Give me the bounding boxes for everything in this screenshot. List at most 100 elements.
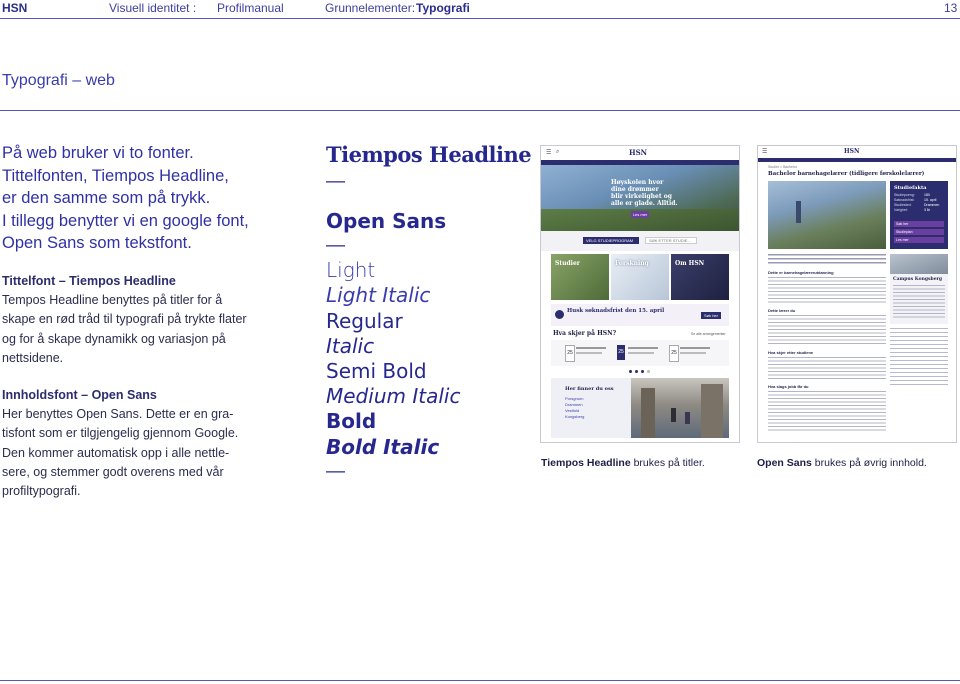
photo-building: [701, 384, 723, 438]
page-title: Typografi – web: [2, 72, 115, 89]
photo-person: [796, 201, 801, 223]
intro-text: På web bruker vi to fonter. Tittelfonten…: [2, 142, 282, 255]
deadline-notice: Husk søknadsfrist den 15. april Søk her: [551, 304, 729, 326]
section-heading: Dette er barnehagelærerutdanning: [768, 270, 834, 275]
fact-value: 3 år: [924, 208, 931, 212]
hero-image: Høyskolen hvor dine drømmer blir virkeli…: [541, 165, 739, 231]
study-photo: [768, 181, 886, 249]
tile-studier[interactable]: Studier: [551, 254, 609, 300]
weight-regular: Regular: [326, 308, 403, 333]
body-font-heading: Innholdsfont – Open Sans: [2, 388, 157, 402]
event-date: 25: [617, 345, 625, 360]
weight-bold: Bold: [326, 409, 377, 434]
caption-font-name: Open Sans: [757, 457, 812, 469]
lead-text: [768, 254, 886, 266]
divider-dash: —: [326, 171, 345, 192]
section-name: Typografi: [416, 1, 470, 15]
event-text-line: [680, 352, 706, 354]
tile-forskning[interactable]: Forskning: [611, 254, 669, 300]
program-select[interactable]: VELG STUDIEPROGRAM: [583, 237, 639, 244]
caption-font-name: Tiempos Headline: [541, 457, 631, 469]
divider-dash: —: [326, 460, 345, 482]
tile-label: Om HSN: [675, 260, 705, 267]
body-line: sere, og stemmer godt overens med vår: [2, 464, 224, 479]
body-line: nettsidene.: [2, 350, 64, 365]
body-text-block: [768, 391, 886, 431]
caption-text: brukes på øvrig innhold.: [811, 457, 927, 469]
caption-tiempos: Tiempos Headline brukes på titler.: [541, 457, 705, 469]
body-text-block: [768, 277, 886, 303]
events-link[interactable]: Se alle arrangementer: [691, 332, 726, 336]
body-line: tisfont som er tilgjengelig gjennom Goog…: [2, 426, 239, 441]
carousel-dot[interactable]: [635, 370, 638, 373]
carousel-dot[interactable]: [629, 370, 632, 373]
tile-label: Studier: [555, 260, 580, 267]
section-heading: Dette lærer du: [768, 308, 796, 313]
homepage-screenshot: ☰ ⌕ HSN Høyskolen hvor dine drømmer blir…: [540, 145, 740, 443]
breadcrumb[interactable]: Studier > Bachelor: [768, 165, 797, 169]
body-line: Den kommer automatisk opp i alle nettle-: [2, 445, 230, 460]
campus-card: Campus Kongsberg: [890, 254, 948, 324]
tiempos-sample: Tiempos Headline: [326, 142, 532, 167]
hero-line: blir virkelighet og: [611, 193, 672, 200]
section-label: Grunnelementer:: [325, 1, 416, 15]
doc-subtitle: Profilmanual: [217, 1, 284, 15]
campus-title: Campus Kongsberg: [893, 277, 943, 282]
site-logo: HSN: [844, 148, 860, 155]
body-text-block: [768, 315, 886, 345]
find-us-box: Her finner du oss Porsgrunn Drammen Vest…: [551, 378, 631, 438]
carousel-dot[interactable]: [641, 370, 644, 373]
brand-label: HSN: [2, 1, 28, 15]
find-us-item[interactable]: Porsgrunn: [565, 396, 583, 401]
campus-photo: [890, 254, 948, 274]
weight-medium-italic: Medium Italic: [326, 384, 461, 409]
events-row: 25 25 25: [551, 340, 729, 366]
title-font-heading: Tittelfont – Tiempos Headline: [2, 274, 176, 288]
intro-line: I tillegg benytter vi en google font,: [2, 211, 249, 230]
intro-line: er den samme som på trykk.: [2, 189, 211, 208]
city-photo: [631, 378, 729, 438]
hero-line: dine drømmer: [611, 186, 659, 193]
divider-dash: —: [326, 235, 345, 257]
font-samples: Tiempos Headline — Open Sans — Light Lig…: [326, 142, 532, 484]
header-rule: [0, 18, 960, 19]
section-heading: Hva skjer etter studiene: [768, 350, 814, 355]
event-text-line: [628, 347, 658, 349]
event-date: 25: [565, 345, 575, 362]
menu-icon: ☰: [546, 150, 552, 156]
sidebar-links[interactable]: [890, 328, 948, 388]
study-search-input[interactable]: SØK ETTER STUDIE...: [645, 237, 697, 244]
notice-apply-button[interactable]: Søk her: [701, 312, 721, 319]
hero-text: Høyskolen hvor dine drømmer blir virkeli…: [611, 179, 691, 207]
events-title: Hva skjer på HSN?: [553, 330, 617, 337]
hero-cta-button[interactable]: Les mer: [631, 211, 649, 218]
intro-line: På web bruker vi to fonter.: [2, 144, 194, 162]
photo-person: [671, 408, 676, 422]
info-icon: [555, 310, 564, 319]
find-us-title: Her finner du oss: [565, 386, 614, 392]
section-heading: Hva slags jobb får du: [768, 384, 809, 389]
search-icon: ⌕: [556, 149, 560, 155]
facts-more-button[interactable]: Les mer: [894, 237, 944, 243]
body-line: Her benyttes Open Sans. Dette er en gra-: [2, 407, 234, 422]
weight-light-italic: Light Italic: [326, 283, 431, 308]
facts-apply-button[interactable]: Søk her: [894, 221, 944, 227]
fact-value: 180: [924, 193, 930, 197]
caption-opensans: Open Sans brukes på øvrig innhold.: [757, 457, 927, 469]
find-us-item[interactable]: Vestfold: [565, 408, 579, 413]
body-line: Tempos Headline benyttes på titler for å: [2, 293, 223, 308]
event-text-line: [628, 352, 654, 354]
find-us-item[interactable]: Drammen: [565, 402, 583, 407]
weight-light: Light: [326, 258, 376, 283]
event-text-line: [680, 347, 710, 349]
hero-line: alle er glade. Alltid.: [611, 200, 678, 207]
facts-title: Studiefakta: [894, 185, 927, 191]
find-us-item[interactable]: Kongsberg: [565, 414, 584, 419]
tile-label: Forskning: [615, 260, 649, 267]
fact-label: Varighet:: [894, 208, 908, 212]
facts-box: Studiefakta Studiepoeng: 180 Søknadsfris…: [890, 181, 948, 249]
facts-plan-button[interactable]: Studieplan: [894, 229, 944, 235]
carousel-dot[interactable]: [647, 370, 650, 373]
campus-text: [893, 285, 945, 319]
tile-om-hsn[interactable]: Om HSN: [671, 254, 729, 300]
